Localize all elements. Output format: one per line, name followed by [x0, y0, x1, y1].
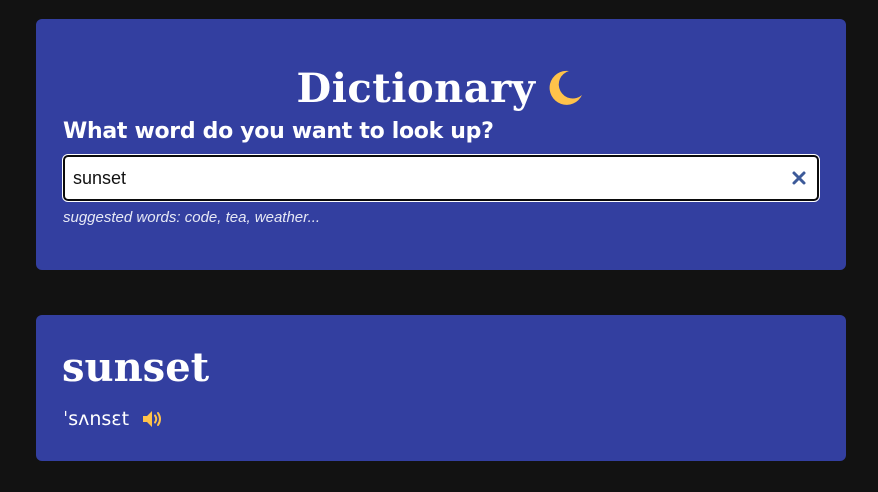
phonetic-row: ˈsʌnsɛt: [63, 408, 165, 430]
suggested-words: suggested words: code, tea, weather...: [63, 209, 321, 226]
search-box: [62, 154, 820, 202]
search-input[interactable]: [73, 157, 773, 199]
close-icon[interactable]: [789, 168, 809, 188]
search-card: Dictionary What word do you want to look…: [36, 19, 846, 270]
app-title: Dictionary: [36, 63, 846, 115]
word-heading: sunset: [62, 344, 210, 391]
app-title-text: Dictionary: [296, 65, 536, 112]
speaker-icon[interactable]: [141, 408, 165, 430]
moon-icon: [550, 70, 583, 105]
phonetic-text: ˈsʌnsɛt: [63, 408, 130, 430]
result-card: sunset ˈsʌnsɛt: [36, 315, 846, 461]
search-prompt: What word do you want to look up?: [63, 119, 494, 144]
